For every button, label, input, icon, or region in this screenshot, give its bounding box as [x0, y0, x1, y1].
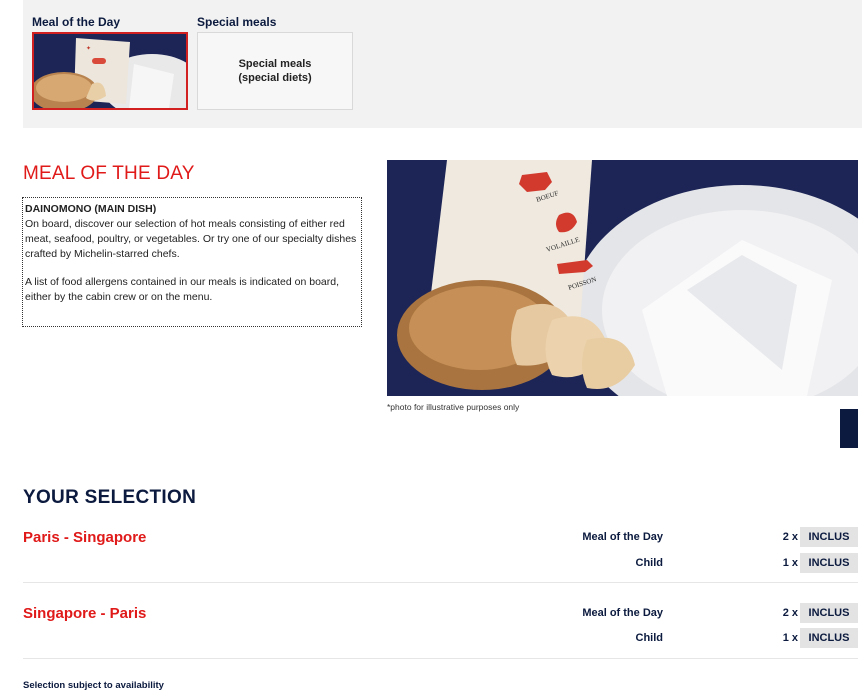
selection-quantity: 2 x — [782, 531, 798, 543]
meal-section-title: MEAL OF THE DAY — [23, 163, 195, 184]
selection-meal-name: Child — [635, 632, 664, 644]
svg-text:✦: ✦ — [86, 45, 91, 52]
meal-photo: BOEUF VOLAILLE POISSON — [387, 160, 858, 396]
status-badge: INCLUS — [800, 628, 858, 648]
route-name: Paris - Singapore — [23, 529, 147, 546]
photo-caption: *photo for illustrative purposes only — [387, 402, 520, 412]
status-badge: INCLUS — [800, 553, 858, 573]
selection-title: YOUR SELECTION — [23, 487, 197, 508]
side-scroll-tab[interactable] — [840, 409, 858, 448]
tab-meal-of-the-day[interactable]: ✦ — [32, 32, 188, 110]
route-divider — [23, 582, 858, 583]
tab-label-meal-of-the-day: Meal of the Day — [32, 15, 121, 29]
selection-meal-name: Meal of the Day — [582, 531, 663, 543]
status-badge: INCLUS — [800, 527, 858, 547]
selection-meal-name: Meal of the Day — [582, 607, 663, 619]
availability-note: Selection subject to availability — [23, 680, 164, 691]
status-badge: INCLUS — [800, 603, 858, 623]
selection-meal-name: Child — [635, 557, 664, 569]
tab-label-special-meals: Special meals — [197, 15, 277, 29]
tab-special-meals[interactable]: Special meals (special diets) — [197, 32, 353, 110]
meal-thumbnail-image: ✦ — [34, 34, 186, 108]
route-name: Singapore - Paris — [23, 605, 147, 622]
special-meals-card-text: Special meals (special diets) — [238, 58, 312, 84]
selection-quantity: 2 x — [782, 607, 798, 619]
meal-type-tabs: Meal of the Day Special meals ✦ Special … — [23, 0, 862, 128]
meal-description-box: DAINOMONO (MAIN DISH) On board, discover… — [22, 197, 362, 327]
allergen-note: A list of food allergens contained in ou… — [25, 276, 340, 303]
selection-quantity: 1 x — [782, 632, 798, 644]
dish-title: DAINOMONO (MAIN DISH) — [25, 203, 157, 215]
meal-description: On board, discover our selection of hot … — [25, 218, 357, 260]
route-divider — [23, 658, 858, 659]
selection-quantity: 1 x — [782, 557, 798, 569]
